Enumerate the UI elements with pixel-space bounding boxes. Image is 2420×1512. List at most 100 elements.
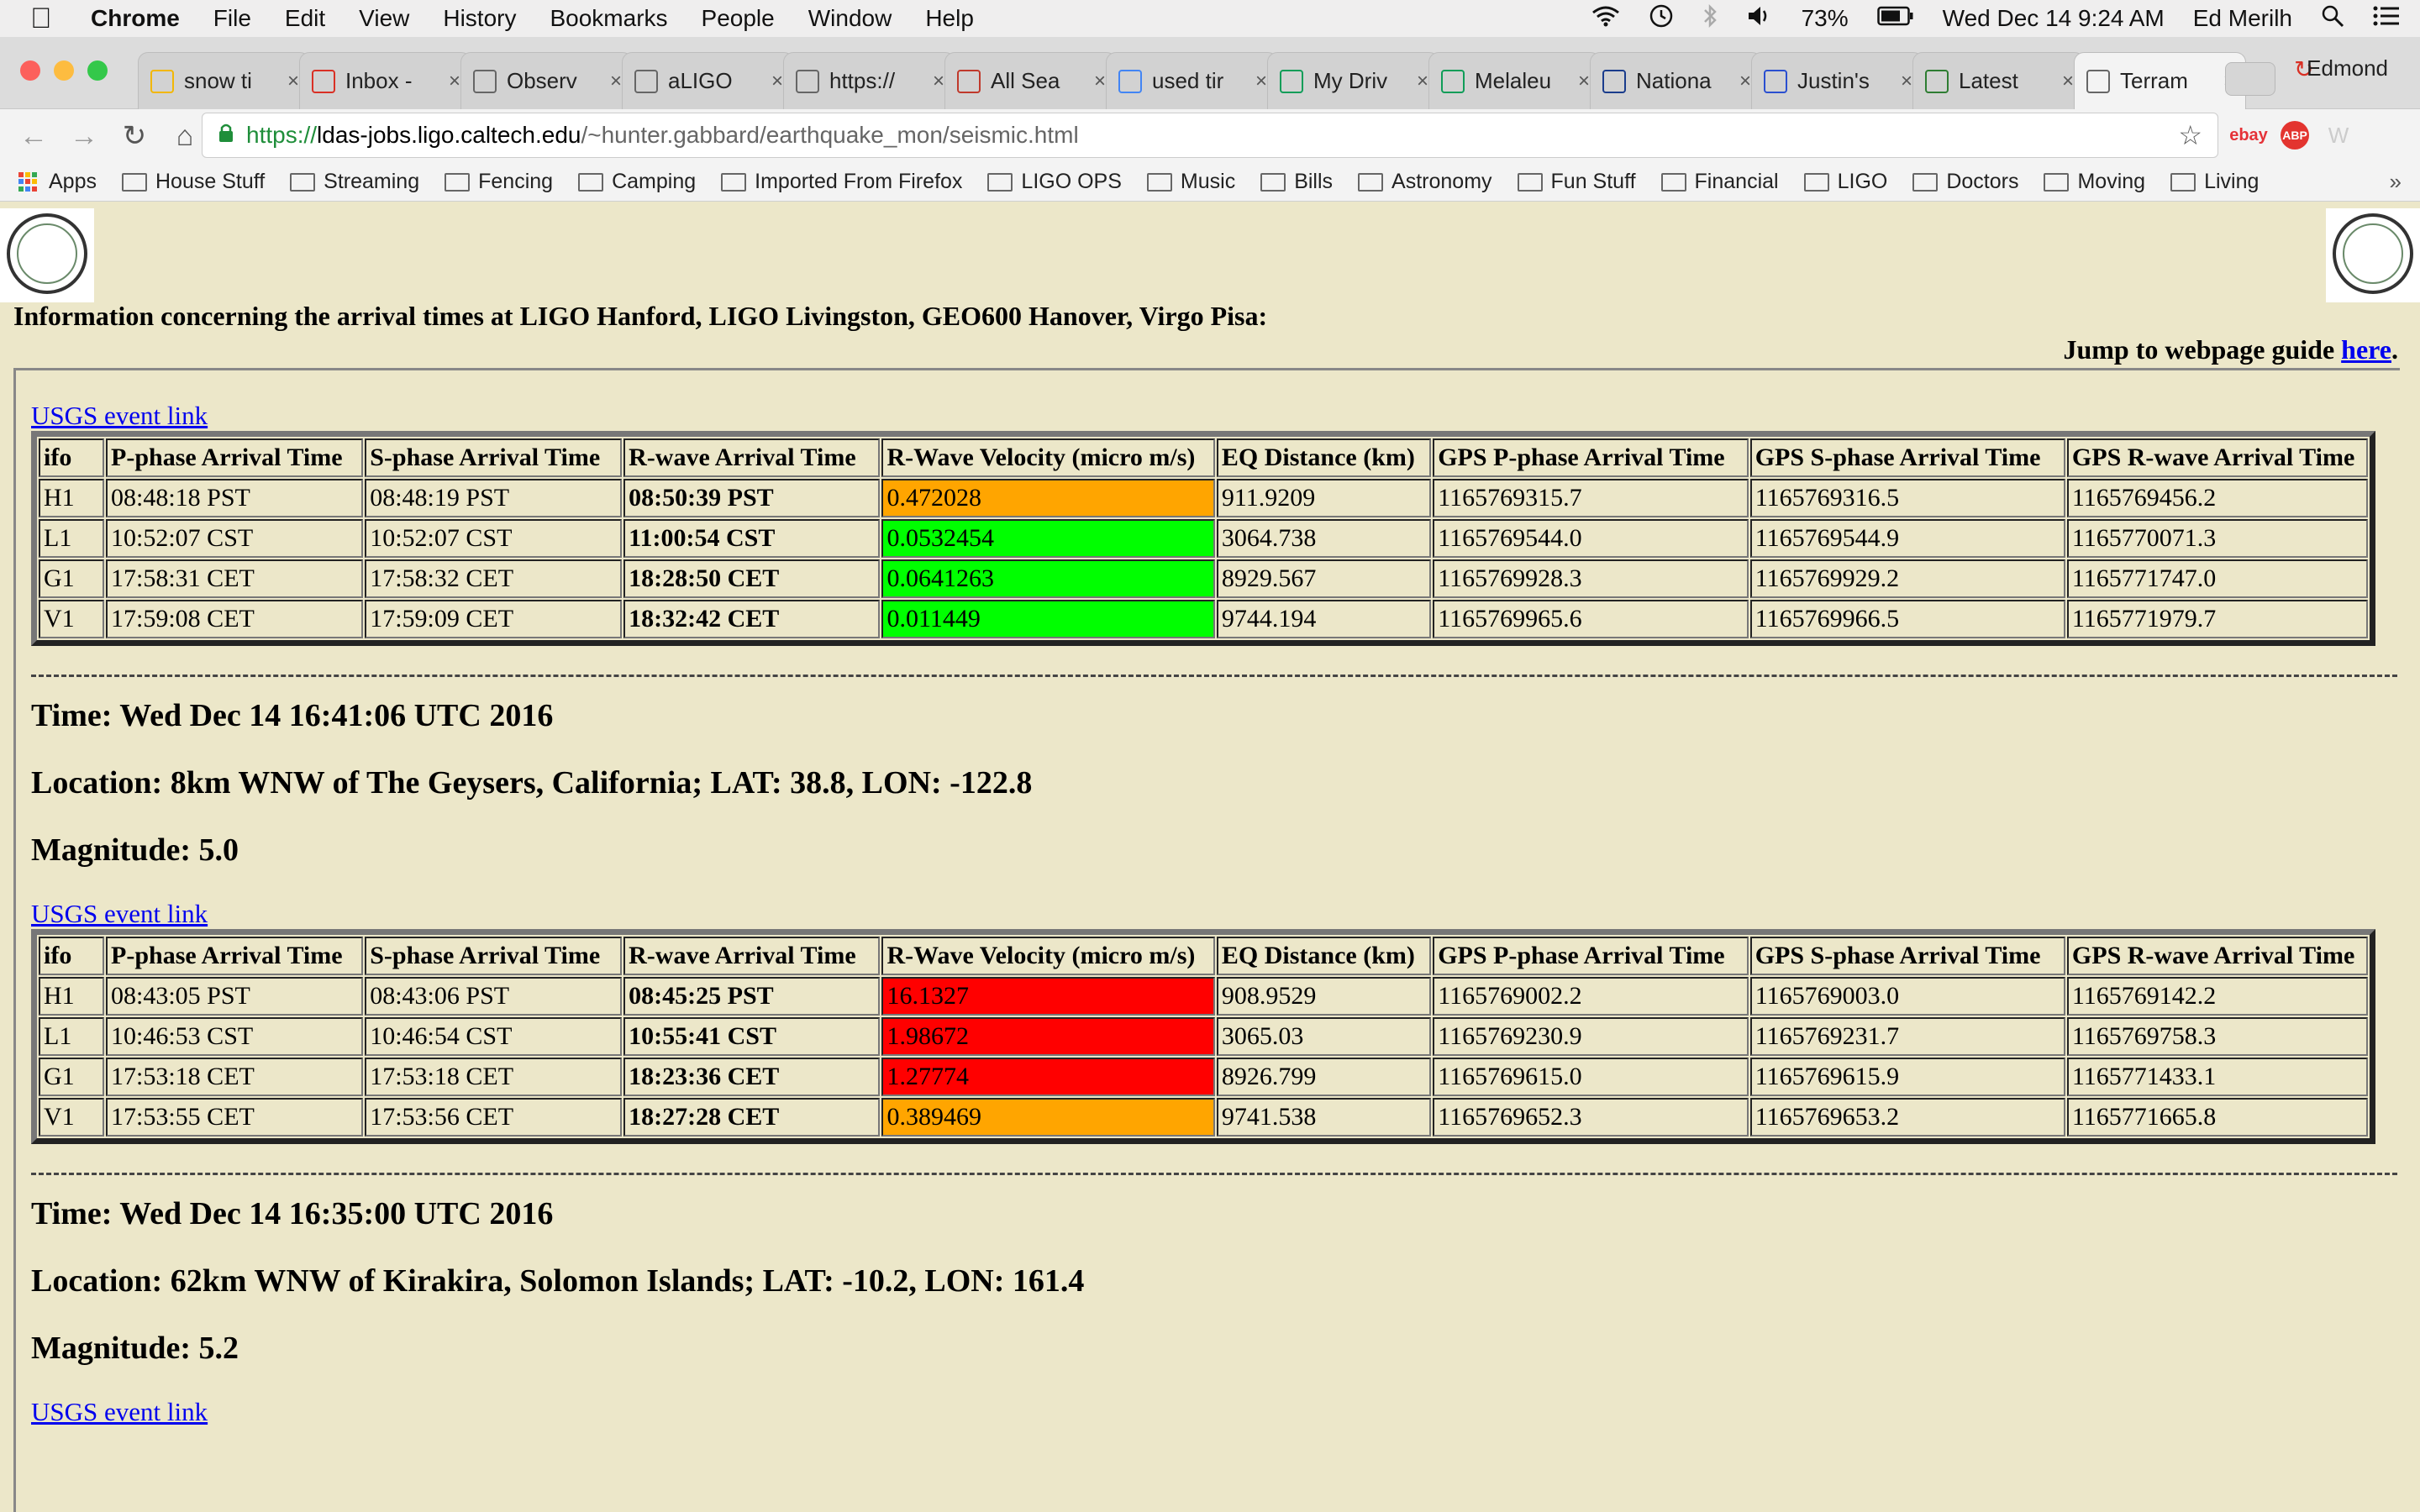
- bookmark-folder-11[interactable]: Financial: [1660, 170, 1779, 194]
- apple-icon[interactable]: : [30, 3, 60, 35]
- menu-people[interactable]: People: [702, 5, 775, 32]
- cell-vel: 0.389469: [881, 1098, 1215, 1137]
- menu-file[interactable]: File: [213, 5, 251, 32]
- tab-label: All Sea: [991, 68, 1060, 93]
- menu-help[interactable]: Help: [925, 5, 974, 32]
- bookmark-folder-12[interactable]: LIGO: [1803, 170, 1887, 194]
- reload-button[interactable]: ↻: [118, 119, 151, 153]
- tab-8[interactable]: Melaleu ×: [1428, 52, 1601, 109]
- arrival-table: ifo P-phase Arrival Time S-phase Arrival T…: [31, 431, 2375, 646]
- notification-center-icon[interactable]: [2373, 5, 2400, 33]
- close-tab-icon[interactable]: ×: [1739, 70, 1751, 93]
- tab-1[interactable]: Inbox - ×: [299, 52, 471, 109]
- close-tab-icon[interactable]: ×: [1901, 70, 1912, 93]
- menu-bookmarks[interactable]: Bookmarks: [550, 5, 667, 32]
- tab-3[interactable]: aLIGO ×: [622, 52, 794, 109]
- menu-window[interactable]: Window: [808, 5, 892, 32]
- event-time: Time: Wed Dec 14 16:41:06 UTC 2016: [31, 698, 554, 733]
- close-tab-icon[interactable]: ×: [771, 70, 783, 93]
- bookmark-folder-5[interactable]: Imported From Firefox: [721, 170, 962, 194]
- w-extension-icon[interactable]: W: [2324, 121, 2353, 150]
- close-tab-icon[interactable]: ×: [2062, 70, 2074, 93]
- zoom-window-button[interactable]: [87, 60, 108, 81]
- tab-5[interactable]: All Sea ×: [944, 52, 1117, 109]
- tab-4[interactable]: https:// ×: [783, 52, 955, 109]
- guide-link[interactable]: here: [2341, 334, 2391, 365]
- tab-0[interactable]: snow ti ×: [138, 52, 310, 109]
- cell-ifo: H1: [39, 977, 105, 1016]
- address-bar[interactable]: https:// ldas-jobs.ligo.caltech.edu /~hu…: [202, 113, 2218, 158]
- cell-gs: 1165769003.0: [1749, 977, 2065, 1016]
- bookmark-label: Fencing: [478, 170, 554, 193]
- minimize-window-button[interactable]: [54, 60, 74, 81]
- close-tab-icon[interactable]: ×: [933, 70, 944, 93]
- bookmark-folder-4[interactable]: Camping: [578, 170, 696, 194]
- bluetooth-icon[interactable]: [1702, 3, 1718, 34]
- close-tab-icon[interactable]: ×: [1417, 70, 1428, 93]
- user-name[interactable]: Ed Merilh: [2193, 5, 2292, 32]
- bookmark-star-icon[interactable]: ☆: [2178, 119, 2202, 151]
- tab-9[interactable]: Nationa ×: [1590, 52, 1762, 109]
- bookmark-folder-8[interactable]: Bills: [1260, 170, 1333, 194]
- tab-12[interactable]: Terram×: [2074, 52, 2246, 109]
- adblock-extension-icon[interactable]: ABP: [2281, 121, 2309, 150]
- clock[interactable]: Wed Dec 14 9:24 AM: [1943, 5, 2165, 32]
- battery-icon[interactable]: [1876, 5, 1914, 32]
- cell-gs: 1165769653.2: [1749, 1098, 2065, 1137]
- tab-7[interactable]: My Driv ×: [1267, 52, 1439, 109]
- lock-icon[interactable]: [218, 123, 234, 149]
- column-header: ifo: [39, 438, 105, 477]
- tab-10[interactable]: Justin's ×: [1751, 52, 1923, 109]
- cell-vel: 0.011449: [881, 600, 1215, 638]
- bookmark-folder-1[interactable]: House Stuff: [121, 170, 265, 194]
- menu-app[interactable]: Chrome: [91, 5, 180, 32]
- bookmark-folder-15[interactable]: Living: [2170, 170, 2259, 194]
- cell-ifo: L1: [39, 519, 105, 558]
- back-button[interactable]: ←: [17, 120, 50, 153]
- bookmark-folder-2[interactable]: Streaming: [290, 170, 419, 194]
- new-tab-button[interactable]: [2225, 62, 2275, 96]
- tab-6[interactable]: used tir ×: [1106, 52, 1278, 109]
- close-tab-icon[interactable]: ×: [1094, 70, 1106, 93]
- folder-icon: [1517, 172, 1543, 192]
- bookmarks-overflow-icon[interactable]: »: [2390, 169, 2402, 195]
- usgs-event-link[interactable]: USGS event link: [31, 899, 2400, 929]
- tab-2[interactable]: Observ ×: [460, 52, 633, 109]
- bookmark-folder-10[interactable]: Fun Stuff: [1517, 170, 1636, 194]
- bookmark-folder-13[interactable]: Doctors: [1912, 170, 2018, 194]
- apps-icon[interactable]: [18, 171, 39, 192]
- volume-icon[interactable]: [1746, 4, 1773, 34]
- wifi-icon[interactable]: [1591, 5, 1620, 33]
- close-tab-icon[interactable]: ×: [610, 70, 622, 93]
- close-tab-icon[interactable]: ×: [1255, 70, 1267, 93]
- gmail-icon: [312, 69, 335, 93]
- bookmark-apps[interactable]: Apps: [49, 170, 97, 194]
- ebay-extension-icon[interactable]: ebay: [2229, 121, 2268, 150]
- bookmark-folder-3[interactable]: Fencing: [445, 170, 553, 194]
- close-window-button[interactable]: [20, 60, 40, 81]
- profile-name[interactable]: Edmond: [2307, 55, 2388, 81]
- cell-vel: 0.0641263: [881, 559, 1215, 598]
- close-tab-icon[interactable]: ×: [287, 70, 299, 93]
- menu-history[interactable]: History: [443, 5, 516, 32]
- menu-edit[interactable]: Edit: [285, 5, 325, 32]
- weather-icon: [1602, 69, 1626, 93]
- cell-gr: 1165770071.3: [2066, 519, 2368, 558]
- cell-p: 10:46:53 CST: [106, 1017, 364, 1056]
- cell-s: 17:58:32 CET: [365, 559, 623, 598]
- forward-button[interactable]: →: [67, 120, 101, 153]
- bookmark-folder-7[interactable]: Music: [1146, 170, 1235, 194]
- home-button[interactable]: ⌂: [168, 120, 202, 153]
- menu-view[interactable]: View: [359, 5, 409, 32]
- close-tab-icon[interactable]: ×: [449, 70, 460, 93]
- usgs-event-link[interactable]: USGS event link: [31, 1397, 2400, 1427]
- spotlight-search-icon[interactable]: [2321, 4, 2344, 34]
- usgs-event-link[interactable]: USGS event link: [31, 401, 2400, 431]
- cell-dist: 3064.738: [1216, 519, 1432, 558]
- bookmark-folder-14[interactable]: Moving: [2044, 170, 2145, 194]
- time-machine-icon[interactable]: [1649, 3, 1674, 34]
- bookmark-folder-9[interactable]: Astronomy: [1358, 170, 1492, 194]
- close-tab-icon[interactable]: ×: [1578, 70, 1590, 93]
- bookmark-folder-6[interactable]: LIGO OPS: [987, 170, 1122, 194]
- tab-11[interactable]: Latest ×: [1912, 52, 2085, 109]
